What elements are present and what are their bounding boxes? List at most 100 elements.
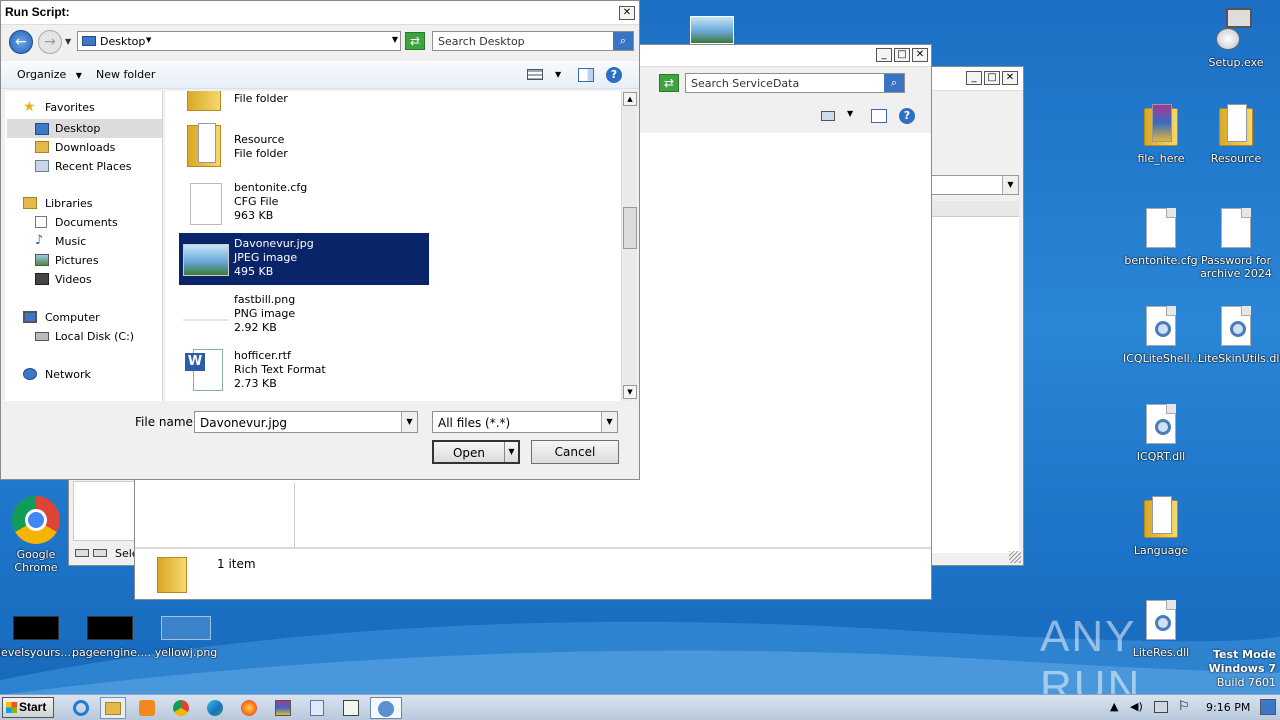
file-size: 963 KB — [234, 209, 274, 222]
address-bar[interactable]: Desktop ▼ ▼ — [77, 31, 401, 51]
desktop-icon-file-here[interactable]: file_here — [1123, 104, 1199, 165]
action-center-flag-icon[interactable]: ⚐ — [1178, 699, 1190, 714]
desktop-icon-pageengine[interactable]: pageengine.... — [72, 616, 151, 659]
view-options-icon[interactable] — [527, 69, 543, 80]
list-item[interactable]: Resource File folder — [179, 123, 429, 171]
desktop-icon-bentonite[interactable]: bentonite.cfg — [1123, 208, 1199, 267]
dropdown-arrow-icon[interactable]: ▼ — [1002, 176, 1018, 194]
script-tool-icon[interactable] — [338, 697, 364, 719]
desktop-icon-icqrt[interactable]: ICQRT.dll — [1123, 404, 1199, 463]
edge-icon[interactable] — [202, 697, 228, 719]
run-script-dialog[interactable]: Run Script: ✕ ← → ▼ Desktop ▼ ▼ ⇄ Search… — [0, 0, 640, 480]
nav-recent-places[interactable]: Recent Places — [35, 160, 132, 173]
maximize-button[interactable]: □ — [894, 48, 910, 62]
view-dropdown-icon[interactable]: ▼ — [555, 70, 561, 79]
search-input[interactable]: Search Desktop ⌕ — [432, 31, 634, 51]
new-folder-button[interactable]: New folder — [96, 68, 155, 81]
nav-network[interactable]: Network — [23, 368, 91, 381]
firefox-icon[interactable] — [236, 697, 262, 719]
list-item-selected[interactable]: Davonevur.jpg JPEG image 495 KB — [179, 233, 429, 285]
open-split-arrow-icon[interactable]: ▼ — [504, 442, 518, 462]
desktop-icon-icqliteshell[interactable]: ICQLiteShell.... — [1123, 306, 1204, 365]
nav-music[interactable]: ♪ Music — [35, 233, 86, 248]
file-name-input[interactable]: Davonevur.jpg ▼ — [194, 411, 418, 433]
refresh-icon[interactable]: ⇄ — [405, 32, 425, 50]
forward-button[interactable]: → — [38, 30, 62, 54]
vertical-scrollbar[interactable]: ▲ ▼ — [621, 91, 637, 401]
desktop-image-thumbnail[interactable] — [690, 16, 734, 44]
nav-computer[interactable]: Computer — [23, 311, 100, 324]
nav-videos[interactable]: Videos — [35, 273, 92, 286]
close-button[interactable]: ✕ — [1002, 71, 1018, 85]
address-dropdown-icon[interactable]: ▼ — [392, 35, 398, 44]
search-icon[interactable]: ⌕ — [884, 74, 904, 92]
start-button[interactable]: Start — [2, 697, 54, 718]
desktop-icon-levelsyours[interactable]: levelsyours.... — [0, 616, 74, 659]
chrome-icon[interactable] — [168, 697, 194, 719]
close-button[interactable]: ✕ — [912, 48, 928, 62]
notepad-icon[interactable] — [304, 697, 330, 719]
view-options-icon[interactable] — [821, 111, 835, 121]
minimize-button[interactable]: _ — [876, 48, 892, 62]
help-icon[interactable]: ? — [606, 67, 622, 83]
resize-grip-icon[interactable] — [1009, 551, 1021, 563]
desktop-icon-setup[interactable]: Setup.exe — [1198, 6, 1274, 69]
ie-icon[interactable] — [68, 697, 94, 719]
active-app-icon[interactable] — [370, 697, 402, 719]
history-dropdown-icon[interactable]: ▼ — [65, 37, 71, 46]
start-label: Start — [19, 700, 47, 714]
media-player-icon[interactable] — [134, 697, 160, 719]
preview-pane-icon[interactable] — [578, 68, 594, 82]
tray-expand-icon[interactable]: ▲ — [1110, 700, 1118, 713]
help-icon[interactable]: ? — [899, 108, 915, 124]
open-button[interactable]: Open ▼ — [432, 440, 520, 464]
desktop-icon-language[interactable]: Language — [1123, 496, 1199, 557]
view-dropdown-icon[interactable]: ▼ — [847, 109, 853, 118]
nav-desktop[interactable]: Desktop — [35, 122, 100, 135]
volume-icon[interactable]: ◀) — [1130, 700, 1143, 713]
desktop-icon-liteskinutils[interactable]: LiteSkinUtils.dll — [1198, 306, 1280, 365]
file-size: 495 KB — [234, 265, 274, 278]
desktop-icon-label: ICQRT.dll — [1136, 450, 1186, 463]
scroll-up-arrow-icon[interactable]: ▲ — [623, 92, 637, 106]
search-input[interactable]: Search ServiceData ⌕ — [685, 73, 905, 93]
preview-pane-icon[interactable] — [871, 109, 887, 123]
nav-downloads[interactable]: Downloads — [35, 141, 115, 154]
desktop-icon-password[interactable]: Password for archive 2024 — [1198, 208, 1274, 280]
nav-favorites[interactable]: ★ Favorites — [23, 100, 95, 114]
maximize-button[interactable]: □ — [984, 71, 1000, 85]
nav-documents[interactable]: Documents — [35, 216, 118, 229]
network-tray-icon[interactable] — [1154, 701, 1168, 713]
desktop-icon-chrome[interactable]: Google Chrome — [0, 496, 74, 574]
list-item[interactable]: File folder — [179, 91, 429, 113]
close-button[interactable]: ✕ — [619, 6, 635, 20]
minimize-button[interactable]: _ — [966, 71, 982, 85]
list-item[interactable]: W hofficer.rtf Rich Text Format 2.73 KB — [179, 349, 429, 395]
explorer-icon[interactable] — [100, 697, 126, 719]
address-dropdown[interactable]: ▼ — [931, 175, 1019, 195]
desktop-icon-yellowj[interactable]: yellowj.png — [148, 616, 224, 659]
file-name-dropdown-icon[interactable]: ▼ — [401, 412, 417, 432]
clock[interactable]: 9:16 PM — [1206, 701, 1250, 714]
nav-local-disk[interactable]: Local Disk (C:) — [35, 330, 134, 343]
organize-menu[interactable]: Organize ▼ — [17, 68, 82, 81]
status-bar: Sele — [69, 543, 139, 565]
desktop-icon-resource[interactable]: Resource — [1198, 104, 1274, 165]
back-button[interactable]: ← — [9, 30, 33, 54]
list-item[interactable]: fastbill.png PNG image 2.92 KB — [179, 293, 429, 339]
cancel-button[interactable]: Cancel — [531, 440, 619, 464]
desktop-icon-label: LiteSkinUtils.dll — [1198, 352, 1280, 365]
breadcrumb-arrow-icon[interactable]: ▼ — [146, 36, 151, 44]
show-desktop-button[interactable] — [1260, 699, 1276, 715]
file-type-dropdown-icon[interactable]: ▼ — [601, 412, 617, 432]
winrar-icon[interactable] — [270, 697, 296, 719]
search-icon[interactable]: ⌕ — [613, 32, 633, 50]
details-pane: 1 item — [135, 547, 931, 599]
scroll-thumb[interactable] — [623, 207, 637, 249]
nav-pictures[interactable]: Pictures — [35, 254, 99, 267]
file-type-select[interactable]: All files (*.*) ▼ — [432, 411, 618, 433]
nav-libraries[interactable]: Libraries — [23, 197, 93, 210]
list-item[interactable]: bentonite.cfg CFG File 963 KB — [179, 181, 429, 227]
scroll-down-arrow-icon[interactable]: ▼ — [623, 385, 637, 399]
refresh-icon[interactable]: ⇄ — [659, 74, 679, 92]
